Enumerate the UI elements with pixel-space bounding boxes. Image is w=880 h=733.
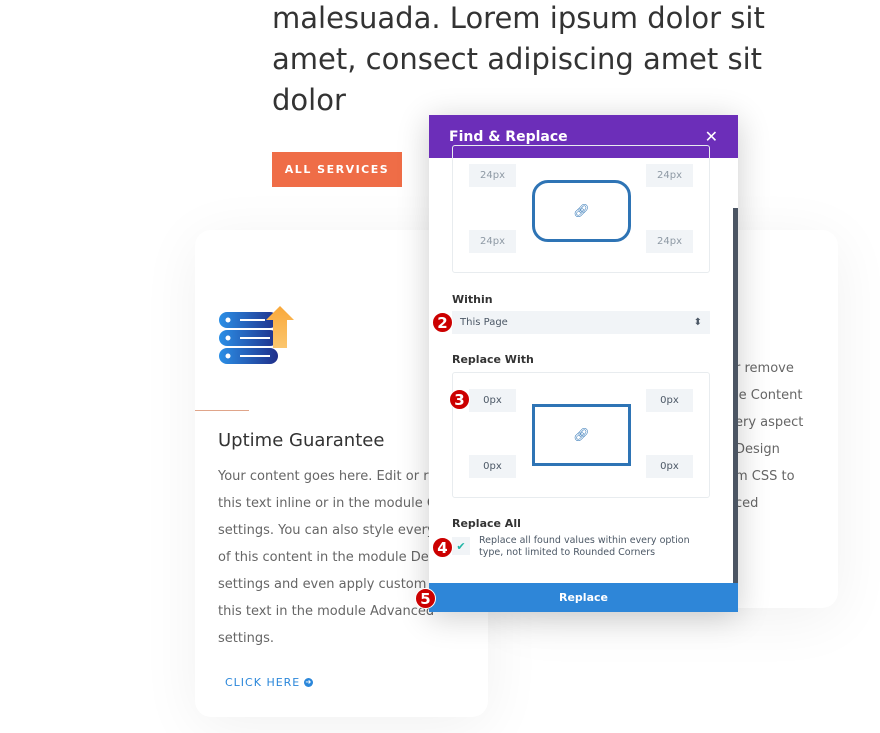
rounded-preview: 🔗︎: [532, 180, 631, 242]
find-top-right[interactable]: 24px: [646, 164, 693, 187]
click-here-label: CLICK HERE: [225, 676, 301, 689]
arrow-circle-icon: ➜: [304, 678, 314, 687]
text-line: le Content: [735, 388, 803, 403]
step-badge: 3: [449, 389, 470, 410]
text-line: settings and even apply custom CSS to: [218, 577, 443, 592]
square-preview: 🔗︎: [532, 404, 631, 466]
text-line: ced: [735, 496, 759, 511]
text-line: of this content in the module Design: [218, 550, 443, 565]
within-label: Within: [452, 293, 493, 306]
within-select[interactable]: This Page ⬍: [452, 311, 710, 334]
replace-with-label: Replace With: [452, 353, 534, 366]
within-value: This Page: [460, 317, 508, 328]
find-top-left[interactable]: 24px: [469, 164, 516, 187]
find-bottom-right[interactable]: 24px: [646, 230, 693, 253]
link-icon[interactable]: 🔗︎: [573, 204, 590, 219]
text-line: r remove: [735, 361, 794, 376]
replace-all-label: Replace All: [452, 517, 521, 530]
hero-line: malesuada. Lorem ipsum dolor sit: [272, 1, 765, 35]
find-corners-box: 24px 24px 24px 24px 🔗︎: [452, 145, 710, 273]
divider: [195, 410, 249, 411]
server-upload-icon: [219, 306, 294, 364]
replace-all-description: Replace all found values within every op…: [479, 535, 690, 558]
card-text: Your content goes here. Edit or remove t…: [218, 463, 443, 652]
replace-bottom-right[interactable]: 0px: [646, 455, 693, 478]
all-services-button[interactable]: ALL SERVICES: [272, 152, 402, 187]
replace-top-left[interactable]: 0px: [469, 389, 516, 412]
hero-line: amet, consect adipiscing amet sit: [272, 42, 763, 76]
replace-top-right[interactable]: 0px: [646, 389, 693, 412]
check-icon: ✔: [456, 539, 466, 553]
replace-corners-box: 0px 0px 0px 0px 🔗︎: [452, 372, 710, 498]
text-line: ery aspect: [735, 415, 804, 430]
link-icon[interactable]: 🔗︎: [573, 428, 590, 443]
step-badge: 4: [432, 537, 453, 558]
text-line: m CSS to: [735, 469, 795, 484]
step-badge: 5: [415, 588, 436, 609]
modal-title: Find & Replace: [449, 128, 568, 145]
text-line: Your content goes here. Edit or remove: [218, 469, 443, 484]
step-badge: 2: [432, 312, 453, 333]
replace-bottom-left[interactable]: 0px: [469, 455, 516, 478]
replace-all-checkbox[interactable]: ✔: [452, 537, 470, 555]
find-bottom-left[interactable]: 24px: [469, 230, 516, 253]
modal-scrollbar[interactable]: [733, 208, 738, 584]
click-here-link[interactable]: CLICK HERE ➜: [225, 676, 314, 689]
text-line: this text in the module Advanced: [218, 604, 435, 619]
replace-button[interactable]: Replace: [429, 583, 738, 612]
select-arrows-icon: ⬍: [693, 317, 702, 328]
close-icon[interactable]: ✕: [705, 127, 718, 146]
find-replace-modal: Find & Replace ✕ 24px 24px 24px 24px 🔗︎ …: [429, 115, 738, 612]
card-text-right: r remove le Content ery aspect Design m …: [735, 355, 835, 517]
card-title: Uptime Guarantee: [218, 430, 385, 451]
text-line: this text inline or in the module Conten…: [218, 496, 443, 511]
hero-text: malesuada. Lorem ipsum dolor sit amet, c…: [272, 0, 832, 121]
text-line: Design: [735, 442, 780, 457]
text-line: settings. You can also style every aspec…: [218, 523, 443, 538]
text-line: settings.: [218, 631, 274, 646]
